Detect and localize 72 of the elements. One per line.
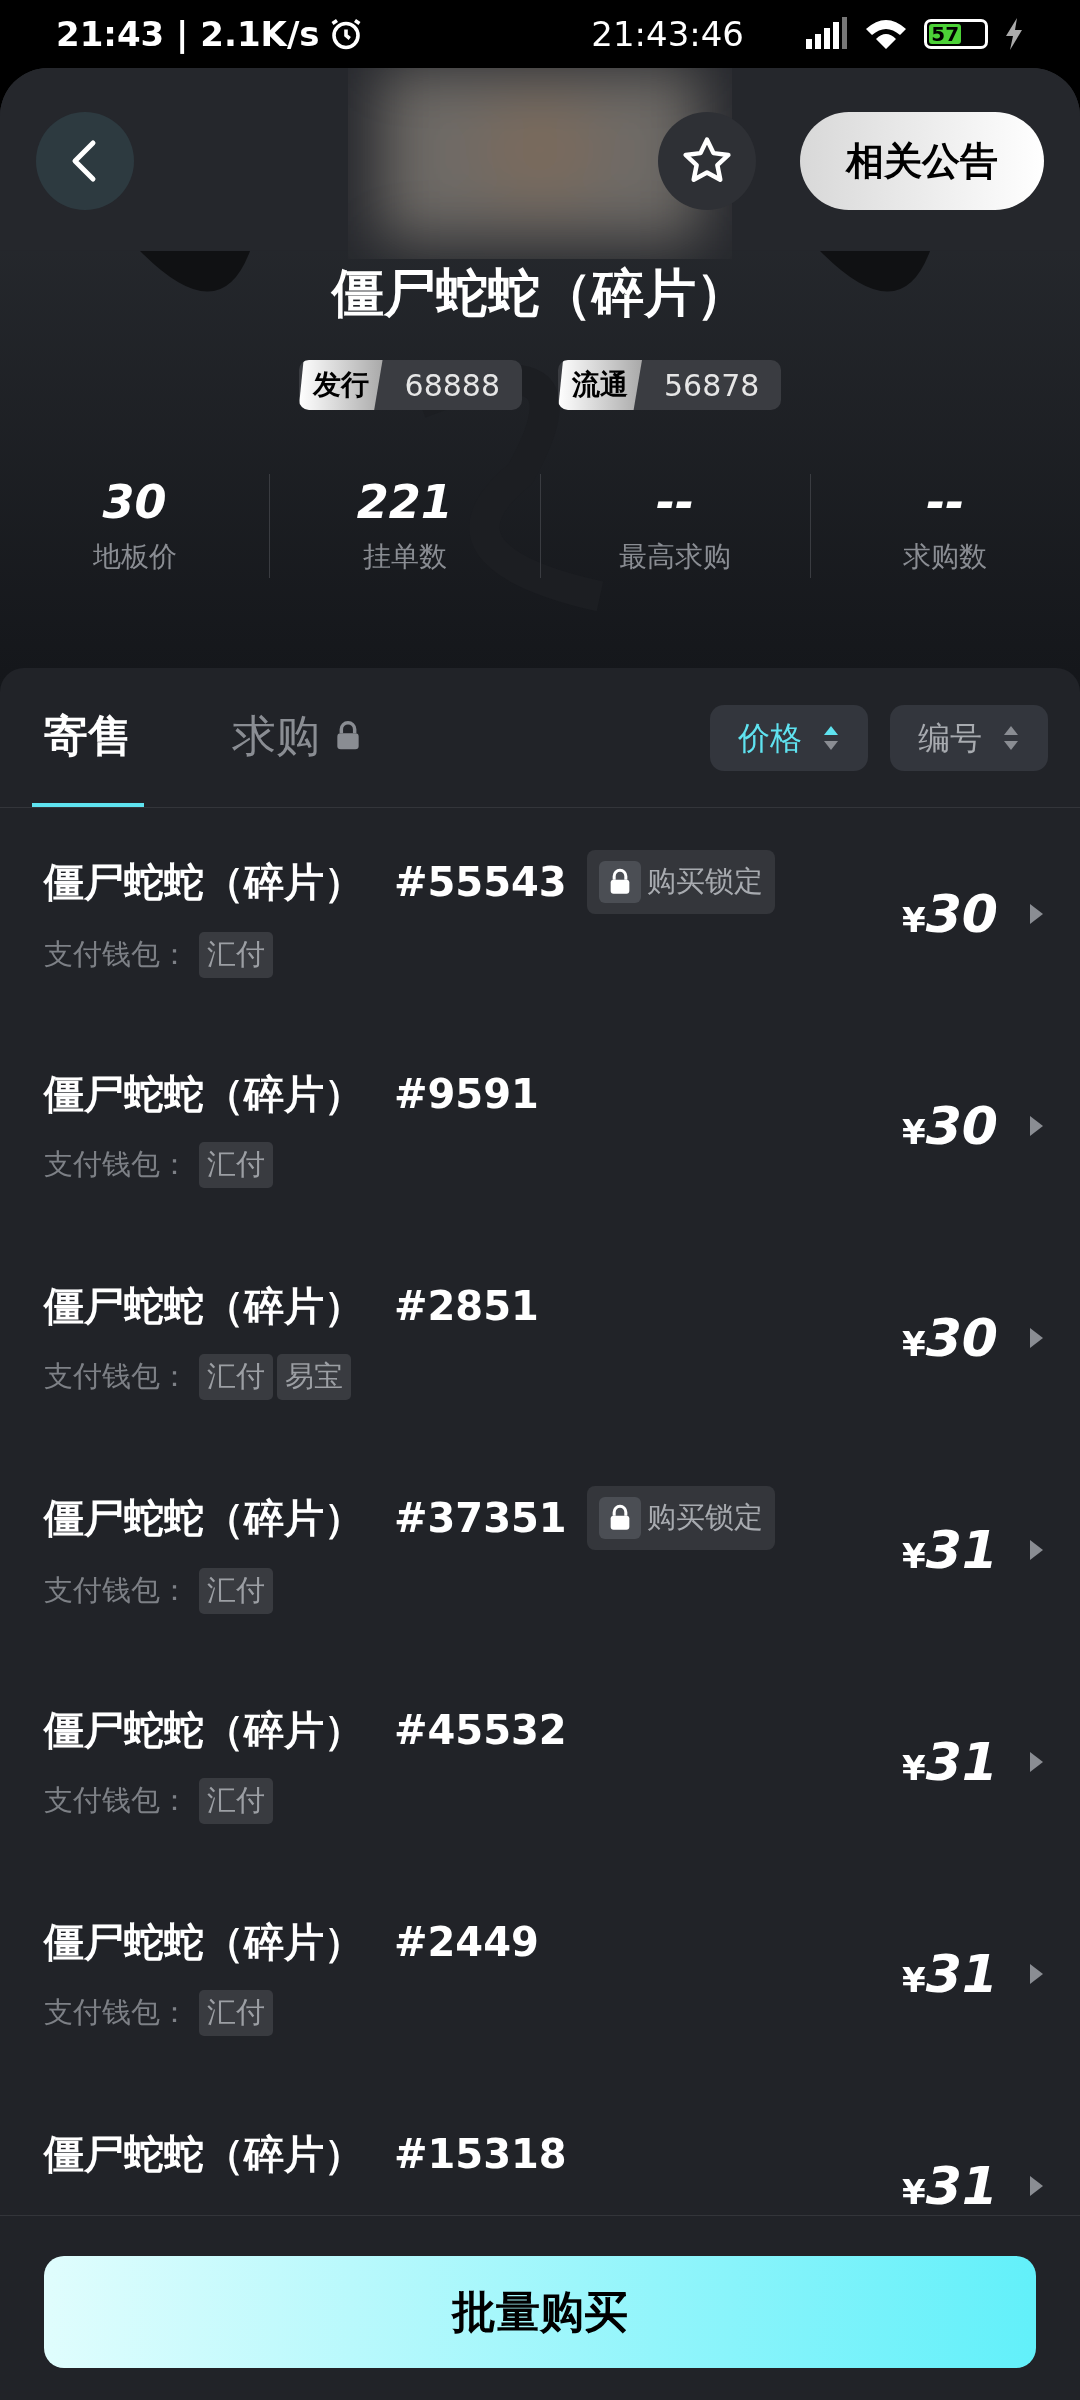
wallet-tag: 汇付 <box>199 1354 273 1400</box>
tab[interactable]: 求购 <box>220 668 376 807</box>
listing-title: 僵尸蛇蛇（碎片） <box>44 1494 364 1543</box>
listing-number: #45532 <box>394 1706 567 1755</box>
status-text: 21:43 | 2.1K/s <box>56 12 320 56</box>
listing-title: 僵尸蛇蛇（碎片） <box>44 1706 364 1755</box>
chevron-right-icon <box>1028 1327 1044 1349</box>
listing-number: #2851 <box>394 1282 539 1331</box>
listing-title: 僵尸蛇蛇（碎片） <box>44 1918 364 1967</box>
stat-badge: 发行 68888 <box>298 360 522 410</box>
listing-number: #9591 <box>394 1070 539 1119</box>
chevron-right-icon <box>1028 903 1044 925</box>
chevron-right-icon <box>1028 1115 1044 1137</box>
price: ¥30 <box>901 1095 998 1158</box>
price: ¥31 <box>901 1731 998 1794</box>
listing-row[interactable]: 僵尸蛇蛇（碎片） #55543 购买锁定 支付钱包： 汇付 ¥30 <box>0 808 1080 1020</box>
stat-value: 221 <box>356 474 453 531</box>
chevron-right-icon <box>1028 1751 1044 1773</box>
sort-button[interactable]: 编号 <box>890 704 1048 771</box>
listing-number: #2449 <box>394 1918 539 1967</box>
listing-row[interactable]: 僵尸蛇蛇（碎片） #2851 支付钱包： 汇付 易宝 ¥30 <box>0 1232 1080 1444</box>
listing-title: 僵尸蛇蛇（碎片） <box>44 858 364 907</box>
lock-badge: 购买锁定 <box>586 1486 775 1550</box>
price: ¥31 <box>901 1519 998 1582</box>
item-title: 僵尸蛇蛇（碎片） <box>330 262 749 325</box>
bulk-buy-button[interactable]: 批量购买 <box>44 2256 1036 2368</box>
price: ¥30 <box>901 883 998 946</box>
chevron-right-icon <box>1028 1963 1044 1985</box>
sort-button[interactable]: 价格 <box>710 704 868 771</box>
stat-label: 挂单数 <box>362 538 447 575</box>
lock-badge: 购买锁定 <box>586 850 775 914</box>
status-clock: 21:43:46 <box>591 12 744 56</box>
wallet-tag: 汇付 <box>199 932 273 978</box>
chevron-right-icon <box>1028 1539 1044 1561</box>
stat-label: 最高求购 <box>619 538 732 575</box>
wallet-tag: 汇付 <box>199 1990 273 2036</box>
listing-number: #55543 <box>394 858 567 907</box>
wallet-label: 支付钱包： <box>44 1572 189 1610</box>
listing-row[interactable]: 僵尸蛇蛇（碎片） #37351 购买锁定 支付钱包： 汇付 ¥31 <box>0 1444 1080 1656</box>
stat-value: -- <box>656 474 695 531</box>
stat-label: 地板价 <box>92 538 177 575</box>
listing-row[interactable]: 僵尸蛇蛇（碎片） #2449 支付钱包： 汇付 ¥31 <box>0 1868 1080 2080</box>
price: ¥31 <box>901 1943 998 2006</box>
listing-title: 僵尸蛇蛇（碎片） <box>44 1070 364 1119</box>
wallet-label: 支付钱包： <box>44 1994 189 2032</box>
announcement-button[interactable]: 相关公告 <box>800 112 1044 210</box>
wallet-tag: 汇付 <box>199 1568 273 1614</box>
chevron-right-icon <box>1028 2175 1044 2197</box>
stat-label: 求购数 <box>903 538 988 575</box>
wallet-tag: 汇付 <box>199 1778 273 1824</box>
wallet-label: 支付钱包： <box>44 936 189 974</box>
stat-value: 30 <box>102 474 167 531</box>
stat-badge: 流通 56878 <box>558 360 782 410</box>
listing-title: 僵尸蛇蛇（碎片） <box>44 2130 364 2179</box>
wallet-label: 支付钱包： <box>44 1782 189 1820</box>
charging-icon <box>1004 18 1024 50</box>
wallet-tag: 易宝 <box>277 1354 351 1400</box>
listing-title: 僵尸蛇蛇（碎片） <box>44 1282 364 1331</box>
wallet-tag: 汇付 <box>199 1142 273 1188</box>
stat-value: -- <box>926 474 965 531</box>
battery-icon: 57 <box>924 19 988 49</box>
listing-number: #37351 <box>394 1494 567 1543</box>
tab[interactable]: 寄售 <box>32 668 144 807</box>
wallet-label: 支付钱包： <box>44 1358 189 1396</box>
listing-row[interactable]: 僵尸蛇蛇（碎片） #9591 支付钱包： 汇付 ¥30 <box>0 1020 1080 1232</box>
wifi-icon <box>864 17 908 51</box>
listing-row[interactable]: 僵尸蛇蛇（碎片） #45532 支付钱包： 汇付 ¥31 <box>0 1656 1080 1868</box>
listing-number: #15318 <box>394 2130 567 2179</box>
listing-row[interactable]: 僵尸蛇蛇（碎片） #15318 ¥31 <box>0 2080 1080 2215</box>
wallet-label: 支付钱包： <box>44 1146 189 1184</box>
price: ¥31 <box>901 2155 998 2215</box>
price: ¥30 <box>901 1307 998 1370</box>
